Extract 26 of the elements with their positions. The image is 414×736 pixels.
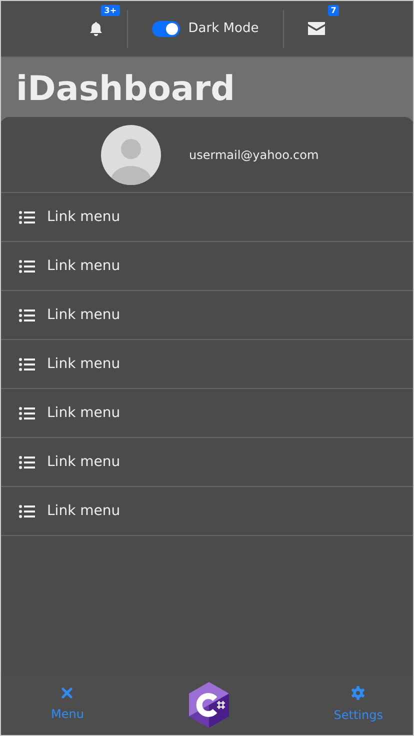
menu-link[interactable]: Link menu [1, 389, 413, 438]
menu-link[interactable]: Link menu [1, 438, 413, 487]
dark-mode-label: Dark Mode [188, 20, 259, 38]
list-icon [19, 456, 35, 468]
avatar [101, 124, 161, 184]
list-icon [19, 210, 35, 224]
menu-link[interactable]: Link menu [1, 291, 413, 340]
menu-link[interactable]: Link menu [1, 242, 413, 291]
menu-link[interactable]: Link menu [1, 487, 413, 536]
list-icon [19, 308, 35, 322]
user-email: usermail@yahoo.com [189, 146, 319, 164]
list-icon [19, 406, 35, 420]
app-title: iDashboard [16, 71, 236, 108]
list-icon [19, 260, 35, 272]
menu-link[interactable]: Link menu [1, 340, 413, 389]
message-badge: 7 [328, 4, 340, 16]
close-icon [61, 686, 74, 698]
settings-icon [351, 686, 366, 700]
notification-badge: 3+ [101, 4, 120, 16]
list-icon [19, 504, 35, 518]
logo-icon [188, 682, 230, 728]
list-icon [19, 358, 35, 370]
bell-icon[interactable] [89, 20, 104, 36]
dark-mode-toggle[interactable] [152, 20, 180, 36]
envelope-icon[interactable] [308, 22, 325, 35]
menu-link[interactable]: Link menu [1, 193, 413, 242]
